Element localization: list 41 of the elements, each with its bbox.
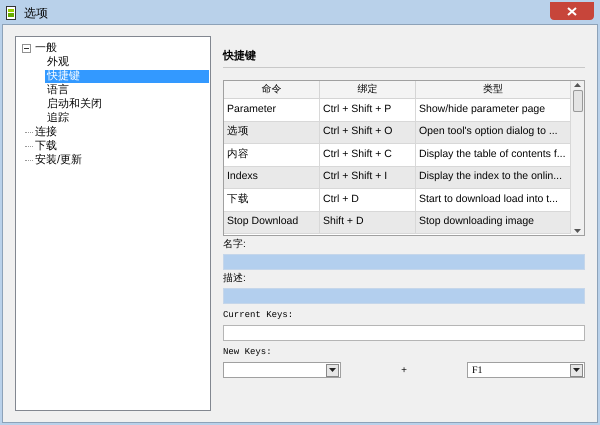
table-cell: Indexs bbox=[224, 166, 320, 188]
table-cell: Ctrl + Shift + O bbox=[320, 122, 416, 143]
table-cell: Ctrl + D bbox=[320, 189, 416, 210]
tree-item[interactable]: 连接 bbox=[33, 126, 59, 138]
column-header[interactable]: 命令 bbox=[224, 81, 320, 98]
close-button[interactable] bbox=[550, 2, 594, 20]
tree-item[interactable]: 一般 bbox=[33, 42, 59, 54]
current-keys-field[interactable] bbox=[223, 325, 585, 341]
table-cell: Stop Download bbox=[224, 212, 320, 233]
tree-item[interactable]: 下载 bbox=[33, 140, 59, 152]
tree-item[interactable]: 安装/更新 bbox=[33, 154, 84, 166]
table-cell: Ctrl + Shift + I bbox=[320, 166, 416, 188]
collapse-toggle-icon[interactable] bbox=[22, 44, 30, 52]
scrollbar[interactable] bbox=[571, 81, 584, 235]
app-icon bbox=[6, 6, 16, 20]
table-cell: Shift + D bbox=[320, 212, 416, 233]
field-label: 描述: bbox=[223, 273, 247, 285]
description-field[interactable] bbox=[223, 288, 585, 304]
field-label: 名字: bbox=[223, 239, 247, 251]
key-dropdown[interactable]: F1 bbox=[467, 362, 585, 378]
field-label: New Keys: bbox=[223, 346, 273, 358]
tree-item[interactable]: 追踪 bbox=[45, 112, 71, 124]
table-cell: 选项 bbox=[224, 122, 320, 143]
tree-item[interactable]: 启动和关闭 bbox=[45, 98, 104, 110]
table-cell: 下载 bbox=[224, 189, 320, 210]
tree-item[interactable]: 外观 bbox=[45, 56, 71, 68]
scroll-down-arrow-icon[interactable] bbox=[574, 229, 581, 233]
table-cell: Parameter bbox=[224, 99, 320, 120]
plus-sign: + bbox=[401, 364, 407, 378]
scrollbar-thumb[interactable] bbox=[572, 90, 582, 112]
name-field[interactable] bbox=[223, 254, 585, 270]
tree-item[interactable]: 语言 bbox=[45, 84, 71, 96]
table-cell: Ctrl + Shift + C bbox=[320, 144, 416, 166]
table-cell: 内容 bbox=[224, 144, 320, 166]
column-header[interactable]: 绑定 bbox=[320, 81, 416, 98]
field-label: Current Keys: bbox=[223, 309, 294, 321]
table-cell: Ctrl + Shift + P bbox=[320, 99, 416, 120]
window-title: 选项 bbox=[24, 5, 48, 22]
scroll-up-arrow-icon[interactable] bbox=[574, 83, 581, 87]
close-icon bbox=[567, 6, 577, 16]
section-title: 快捷键 bbox=[223, 49, 257, 63]
